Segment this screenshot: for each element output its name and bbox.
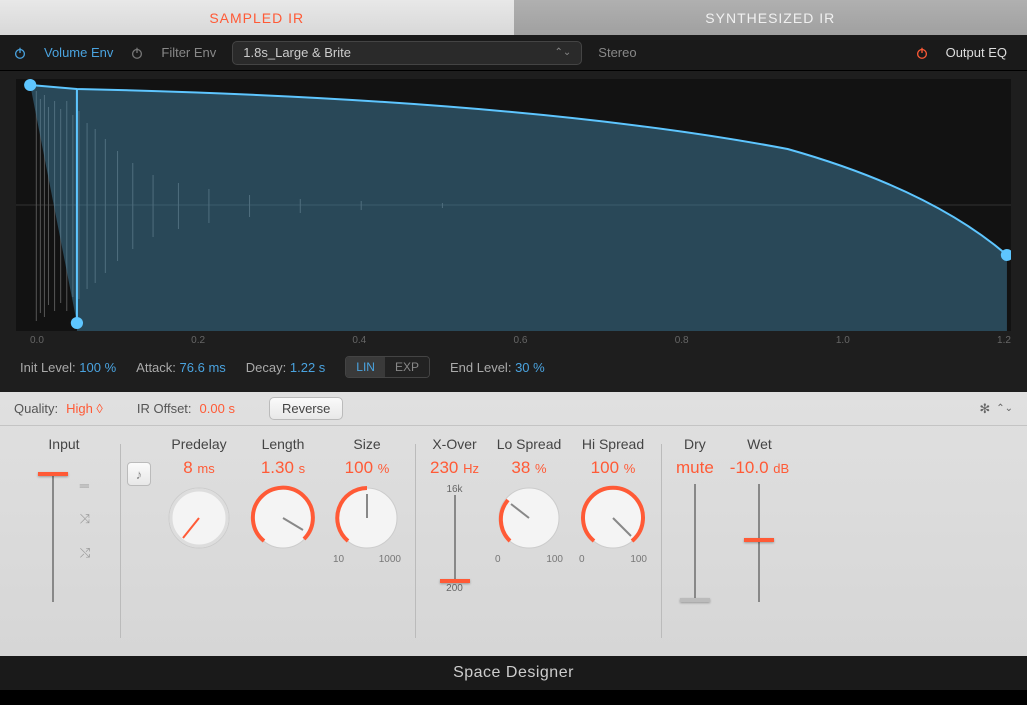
- tab-synthesized-ir[interactable]: SYNTHESIZED IR: [514, 0, 1027, 35]
- hispread-title: Hi Spread: [582, 436, 644, 452]
- time-axis: 0.00.20.40.60.81.01.2: [16, 331, 1011, 348]
- dry-title: Dry: [684, 436, 706, 452]
- attack-label: Attack:: [136, 360, 176, 375]
- volume-env-power-icon[interactable]: [12, 45, 28, 61]
- dry-value[interactable]: mute: [676, 458, 714, 478]
- preset-name: 1.8s_Large & Brite: [243, 45, 351, 60]
- toolbar: Volume Env Filter Env 1.8s_Large & Brite…: [0, 35, 1027, 71]
- tempo-sync-button[interactable]: ♪: [127, 462, 151, 486]
- lospread-value[interactable]: 38 %: [511, 458, 546, 478]
- size-title: Size: [353, 436, 380, 452]
- stereo-label[interactable]: Stereo: [590, 45, 644, 60]
- envelope-handle-init[interactable]: [24, 79, 36, 91]
- size-value[interactable]: 100 %: [345, 458, 390, 478]
- end-level-label: End Level:: [450, 360, 511, 375]
- filter-env-tab[interactable]: Filter Env: [153, 45, 224, 60]
- gear-icon: ✻: [979, 401, 990, 417]
- curve-mode-segmented[interactable]: LIN EXP: [345, 356, 430, 378]
- quality-select[interactable]: High ◊: [66, 401, 103, 416]
- lin-button[interactable]: LIN: [346, 357, 385, 377]
- shuffle-icon[interactable]: ⤭: [80, 545, 90, 561]
- init-level-value[interactable]: 100 %: [79, 360, 116, 375]
- hispread-value[interactable]: 100 %: [591, 458, 636, 478]
- exp-button[interactable]: EXP: [385, 357, 429, 377]
- filter-env-power-icon[interactable]: [129, 45, 145, 61]
- xover-title: X-Over: [432, 436, 476, 452]
- input-slider[interactable]: [38, 472, 68, 602]
- xover-value[interactable]: 230 Hz: [430, 458, 479, 478]
- chevron-updown-icon: ⌃⌄: [996, 403, 1013, 414]
- decay-label: Decay:: [246, 360, 286, 375]
- ir-offset-value[interactable]: 0.00 s: [200, 401, 235, 416]
- lospread-knob[interactable]: [495, 484, 563, 552]
- length-knob[interactable]: [249, 484, 317, 552]
- length-value[interactable]: 1.30 s: [261, 458, 305, 478]
- size-knob[interactable]: [333, 484, 401, 552]
- predelay-value[interactable]: 8 ms: [183, 458, 215, 478]
- note-icon: ♪: [136, 467, 143, 482]
- predelay-title: Predelay: [171, 436, 226, 452]
- settings-menu[interactable]: ✻ ⌃⌄: [979, 401, 1013, 417]
- stereo-icon[interactable]: ═: [80, 478, 90, 493]
- lospread-title: Lo Spread: [497, 436, 562, 452]
- envelope-display[interactable]: [16, 79, 1011, 331]
- output-eq-power-icon[interactable]: [914, 45, 930, 61]
- attack-value[interactable]: 76.6 ms: [180, 360, 226, 375]
- volume-env-tab[interactable]: Volume Env: [36, 45, 121, 60]
- tab-sampled-ir[interactable]: SAMPLED IR: [0, 0, 514, 35]
- decay-value[interactable]: 1.22 s: [290, 360, 325, 375]
- end-level-value[interactable]: 30 %: [515, 360, 545, 375]
- init-level-label: Init Level:: [20, 360, 76, 375]
- envelope-handle-attack[interactable]: [71, 317, 83, 329]
- ir-offset-label: IR Offset:: [137, 401, 192, 416]
- output-eq-tab[interactable]: Output EQ: [938, 45, 1015, 60]
- wet-title: Wet: [747, 436, 772, 452]
- predelay-knob[interactable]: [165, 484, 233, 552]
- reverse-button[interactable]: Reverse: [269, 397, 343, 420]
- input-title: Input: [48, 436, 79, 452]
- preset-select[interactable]: 1.8s_Large & Brite ⌃⌄: [232, 41, 582, 65]
- length-title: Length: [262, 436, 305, 452]
- dry-slider[interactable]: [680, 484, 710, 602]
- hispread-knob[interactable]: [579, 484, 647, 552]
- wet-slider[interactable]: [744, 484, 774, 602]
- quality-label: Quality:: [14, 401, 58, 416]
- ms-icon[interactable]: ⤨: [80, 511, 90, 527]
- wet-value[interactable]: -10.0 dB: [730, 458, 789, 478]
- chevron-updown-icon: ⌃⌄: [555, 47, 572, 58]
- plugin-title: Space Designer: [0, 656, 1027, 690]
- xover-slider[interactable]: 16k 200: [440, 484, 470, 594]
